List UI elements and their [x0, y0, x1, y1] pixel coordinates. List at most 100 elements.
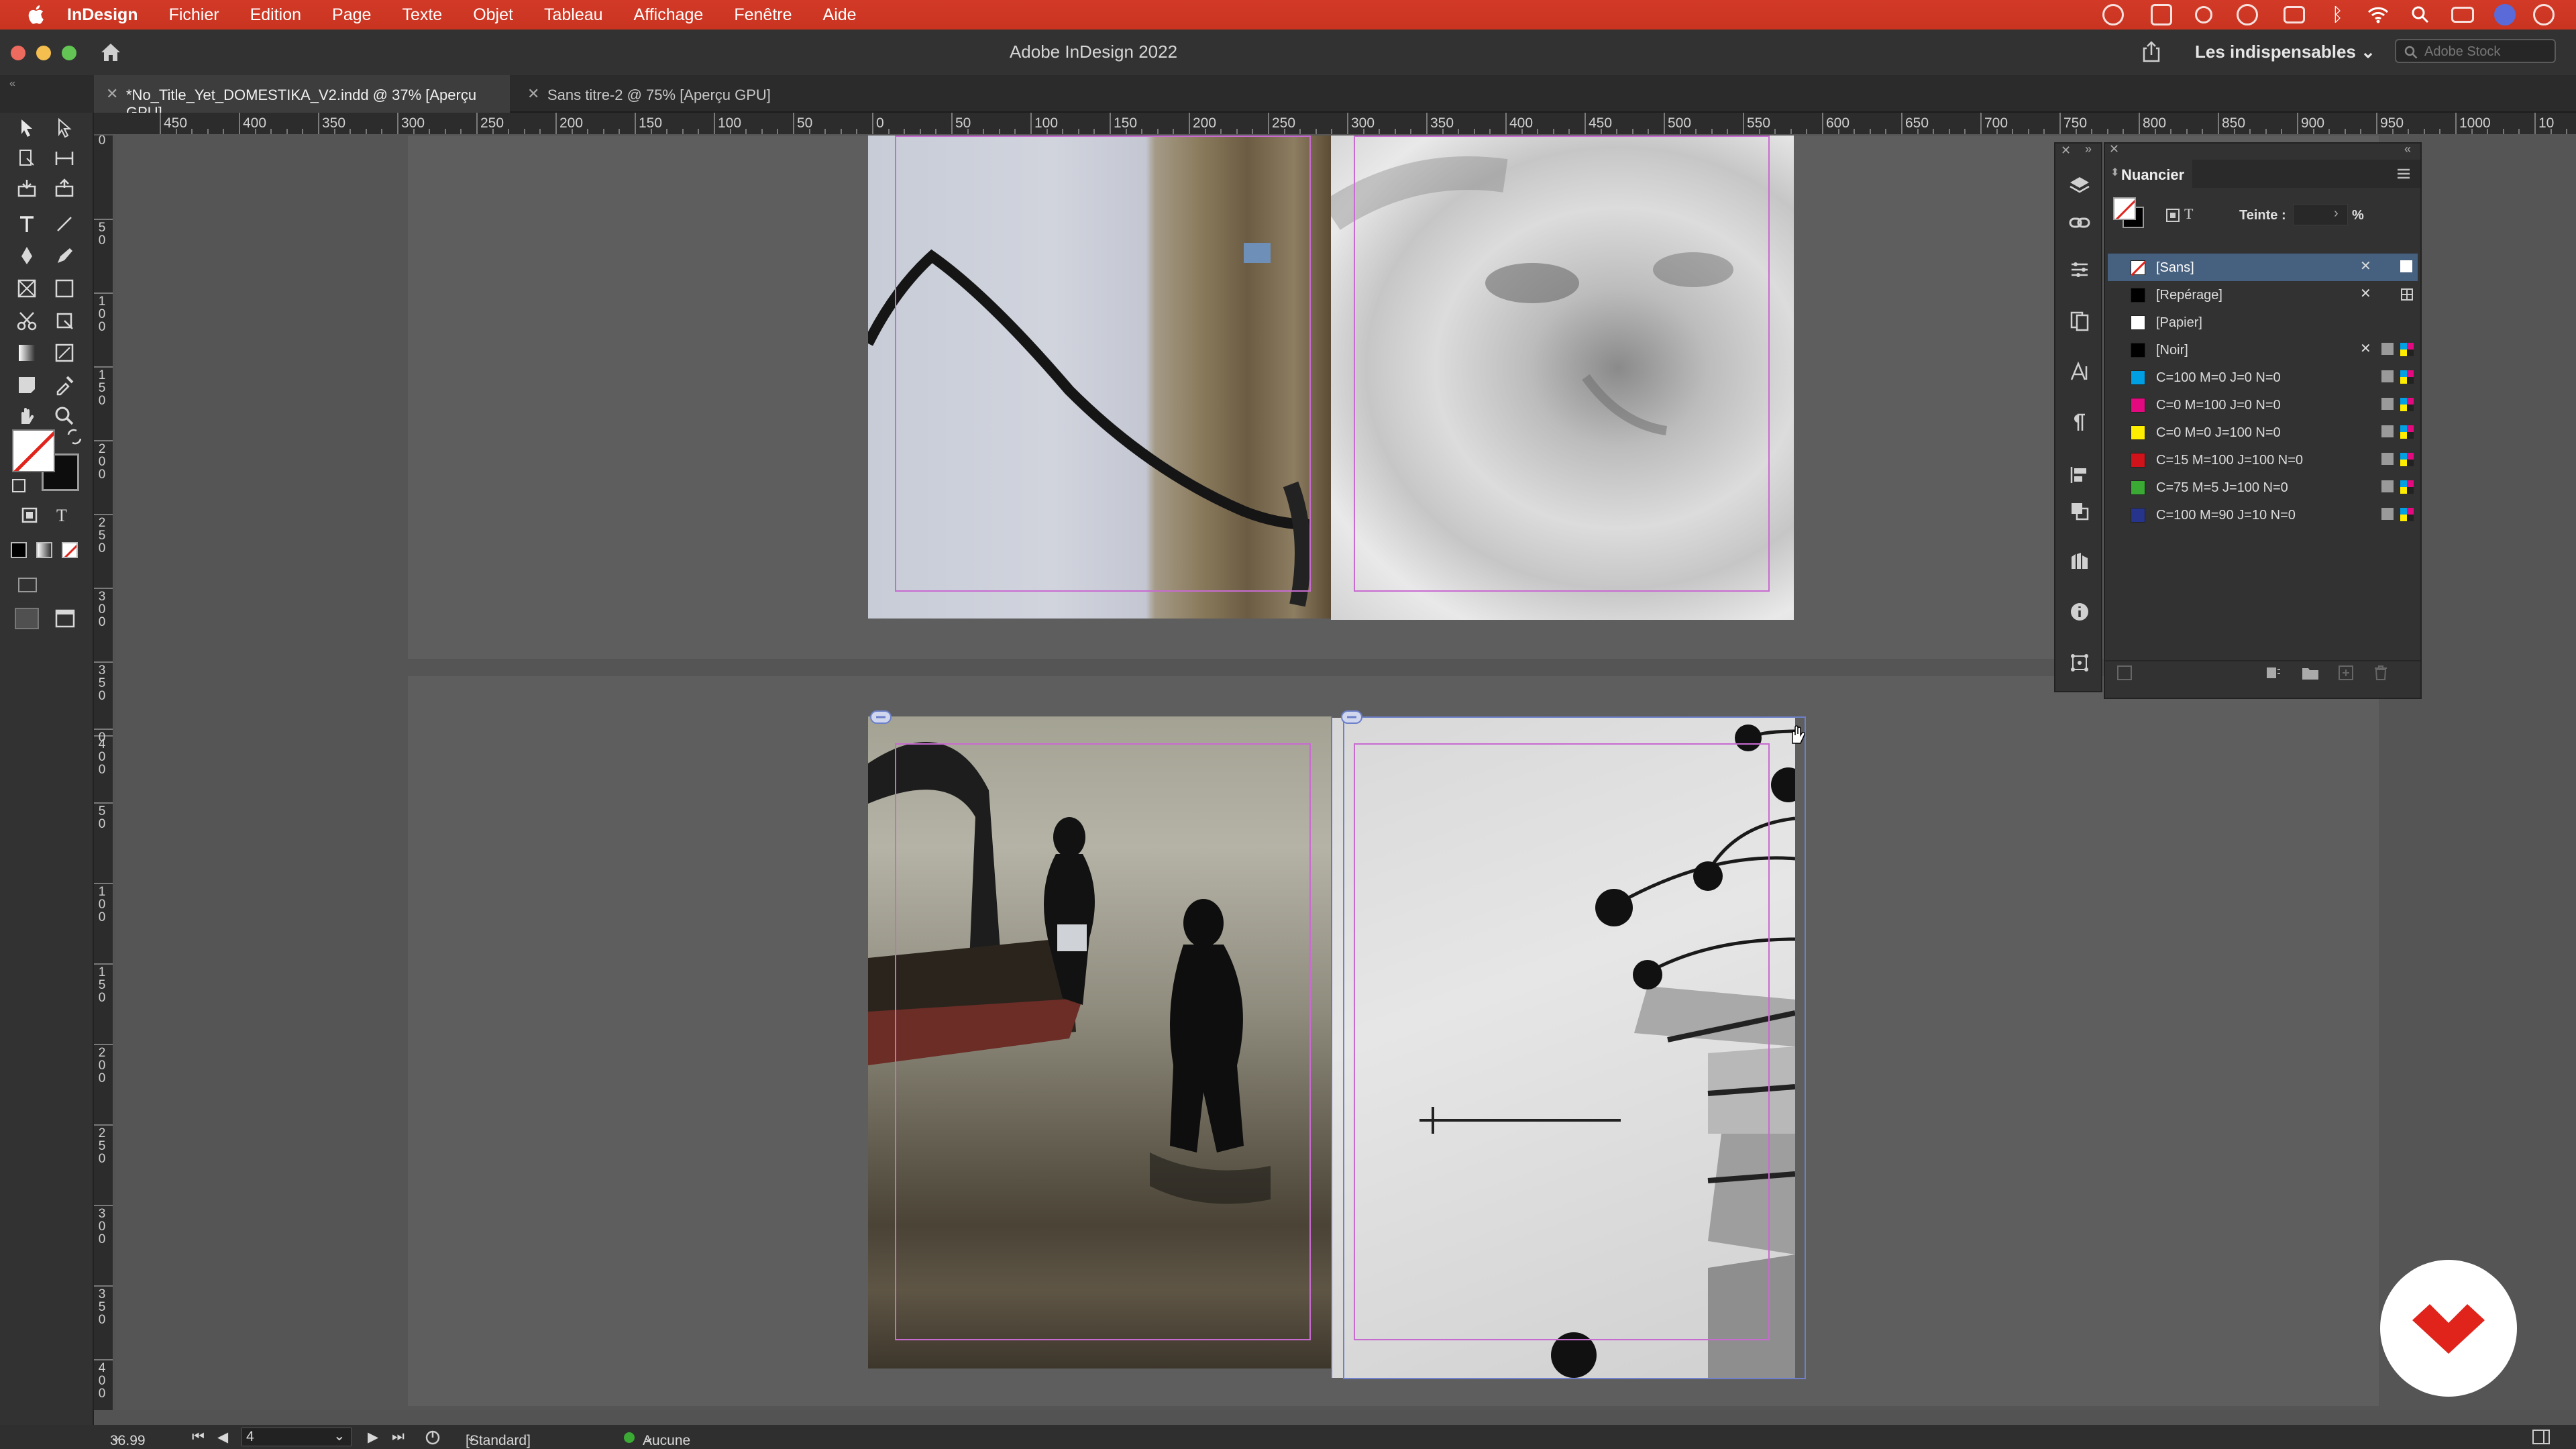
- menu-tableau[interactable]: Tableau: [544, 5, 603, 25]
- apply-color-icon[interactable]: [11, 542, 27, 558]
- wifi-icon[interactable]: [2367, 5, 2390, 24]
- content-placer-icon[interactable]: [52, 177, 76, 201]
- tab-document-main[interactable]: ✕ *No_Title_Yet_DOMESTIKA_V2.indd @ 37% …: [94, 75, 510, 121]
- swatch-row[interactable]: C=100 M=0 J=0 N=0: [2108, 364, 2418, 391]
- show-all-swatches-icon[interactable]: [2116, 664, 2133, 682]
- expand-panel-icon[interactable]: »: [2085, 142, 2092, 156]
- gradient-feather-tool-icon[interactable]: [52, 341, 76, 365]
- swatch-row[interactable]: [Papier]: [2108, 309, 2418, 336]
- preflight-profile[interactable]: [Standard] (de tra... ⌄: [466, 1429, 531, 1448]
- next-page-button[interactable]: ▶: [368, 1429, 378, 1446]
- screen-mode-normal-icon[interactable]: [15, 608, 39, 629]
- pencil-tool-icon[interactable]: [52, 244, 76, 268]
- fill-swatch-none[interactable]: [12, 429, 55, 472]
- default-fill-stroke-icon[interactable]: [12, 479, 25, 492]
- chevron-right-icon[interactable]: ›: [2334, 206, 2339, 221]
- tint-input[interactable]: ›: [2293, 204, 2348, 225]
- menu-fenetre[interactable]: Fenêtre: [734, 5, 792, 25]
- collapse-panel-icon[interactable]: «: [2404, 142, 2411, 156]
- pages-icon[interactable]: [2068, 309, 2092, 333]
- apply-none-icon[interactable]: [62, 542, 78, 558]
- swatch-row[interactable]: C=0 M=100 J=0 N=0: [2108, 391, 2418, 419]
- menu-edition[interactable]: Edition: [250, 5, 301, 25]
- share-icon[interactable]: [2140, 40, 2163, 63]
- new-swatch-icon[interactable]: [2337, 664, 2355, 682]
- container-format-icon[interactable]: [2165, 208, 2180, 223]
- vertical-ruler[interactable]: 0 5 0 1 0 0 1 5 0 2 0 0 2 5 0 3 0 0 3 5 0 4 0 0 0…: [94, 136, 114, 1410]
- horizontal-ruler[interactable]: 450 400 350 300 250 200 150 100 50 0 50 100 150 200 25…: [94, 113, 2576, 136]
- panel-fill-stroke-proxy[interactable]: [2113, 197, 2144, 228]
- character-icon[interactable]: [2068, 360, 2092, 384]
- swatch-row[interactable]: C=15 M=100 J=100 N=0: [2108, 446, 2418, 474]
- link-badge-icon[interactable]: [1340, 710, 1363, 724]
- spotlight-search-icon[interactable]: [2411, 5, 2430, 24]
- menu-app-indesign[interactable]: InDesign: [67, 5, 138, 25]
- bluetooth-icon[interactable]: ᛒ: [2332, 4, 2343, 25]
- first-page-button[interactable]: ⏮: [192, 1429, 205, 1445]
- close-panel-icon[interactable]: ✕: [2109, 142, 2119, 156]
- close-tab-icon[interactable]: ✕: [527, 85, 539, 103]
- close-tab-icon[interactable]: ✕: [106, 85, 118, 103]
- zoom-tool-icon[interactable]: [52, 404, 76, 428]
- screen-mode-preview-icon[interactable]: [54, 608, 76, 629]
- gap-tool-icon[interactable]: [52, 146, 76, 170]
- menu-aide[interactable]: Aide: [823, 5, 857, 25]
- layers-icon[interactable]: [2068, 173, 2092, 197]
- apply-gradient-icon[interactable]: [36, 542, 52, 558]
- text-format-icon[interactable]: T: [2184, 205, 2193, 223]
- photo-glasses-field[interactable]: [868, 136, 1331, 619]
- frame-selection-outline[interactable]: [1343, 716, 1806, 1379]
- siri-icon[interactable]: [2494, 4, 2516, 25]
- note-tool-icon[interactable]: [15, 373, 39, 397]
- pathfinder-icon[interactable]: [2068, 499, 2092, 523]
- swatch-row[interactable]: [Noir] ✕: [2108, 336, 2418, 364]
- status-panel-toggle-icon[interactable]: [2532, 1429, 2551, 1445]
- align-icon[interactable]: [2068, 463, 2092, 487]
- link-badge-icon[interactable]: [869, 710, 892, 724]
- transform-grid-icon[interactable]: [2068, 651, 2092, 675]
- menu-affichage[interactable]: Affichage: [634, 5, 704, 25]
- rectangle-tool-icon[interactable]: [52, 276, 76, 301]
- menu-objet[interactable]: Objet: [473, 5, 513, 25]
- page-number-field[interactable]: 4 ⌄: [241, 1428, 352, 1446]
- open-document-icon[interactable]: [424, 1429, 441, 1446]
- photo-blurred-portrait[interactable]: [1331, 136, 1794, 620]
- previous-page-button[interactable]: ◀: [217, 1429, 228, 1446]
- calendar-icon[interactable]: [2284, 6, 2305, 23]
- pen-tool-icon[interactable]: [15, 244, 39, 268]
- swatch-row[interactable]: C=0 M=0 J=100 N=0: [2108, 419, 2418, 446]
- sync-icon[interactable]: [2237, 4, 2258, 25]
- paragraph-icon[interactable]: [2068, 411, 2092, 435]
- swap-fill-stroke-icon[interactable]: [66, 428, 83, 445]
- selection-tool-icon[interactable]: [15, 115, 39, 140]
- rectangle-frame-tool-icon[interactable]: [15, 276, 39, 301]
- scissors-tool-icon[interactable]: [15, 309, 39, 333]
- workspace-switcher[interactable]: Les indispensables ⌄: [2195, 42, 2375, 62]
- delete-swatch-icon[interactable]: [2372, 664, 2390, 682]
- edit-in-bridge-icon[interactable]: [16, 576, 39, 596]
- eyedropper-tool-icon[interactable]: [52, 373, 76, 397]
- screen-icon[interactable]: [2151, 4, 2172, 25]
- content-collector-icon[interactable]: [15, 177, 39, 201]
- tab-document-untitled[interactable]: ✕ Sans titre-2 @ 75% [Aperçu GPU]: [515, 75, 797, 113]
- collapse-panels-icon[interactable]: «: [9, 78, 15, 90]
- info-icon[interactable]: [2068, 600, 2092, 624]
- user-status-icon[interactable]: [2533, 4, 2555, 25]
- hand-tool-icon[interactable]: [15, 404, 39, 428]
- formatting-text-icon[interactable]: T: [56, 506, 67, 526]
- free-transform-tool-icon[interactable]: [52, 309, 76, 333]
- cc-libraries-icon[interactable]: [2068, 549, 2092, 573]
- photo-kids-in-water[interactable]: [868, 716, 1332, 1368]
- page-tool-icon[interactable]: [15, 146, 39, 170]
- line-tool-icon[interactable]: [52, 212, 76, 236]
- creative-cloud-icon[interactable]: [2102, 4, 2124, 25]
- swatch-row[interactable]: C=75 M=5 J=100 N=0: [2108, 474, 2418, 501]
- swatch-row[interactable]: [Repérage] ✕: [2108, 281, 2418, 309]
- links-icon[interactable]: [2068, 211, 2092, 235]
- type-tool-icon[interactable]: [15, 212, 39, 236]
- panel-expand-arrows-icon[interactable]: ⬍: [2110, 166, 2119, 179]
- close-panel-icon[interactable]: ✕: [2061, 144, 2071, 158]
- menu-texte[interactable]: Texte: [402, 5, 442, 25]
- panel-fill-swatch[interactable]: [2113, 197, 2136, 220]
- apple-icon[interactable]: [27, 5, 44, 25]
